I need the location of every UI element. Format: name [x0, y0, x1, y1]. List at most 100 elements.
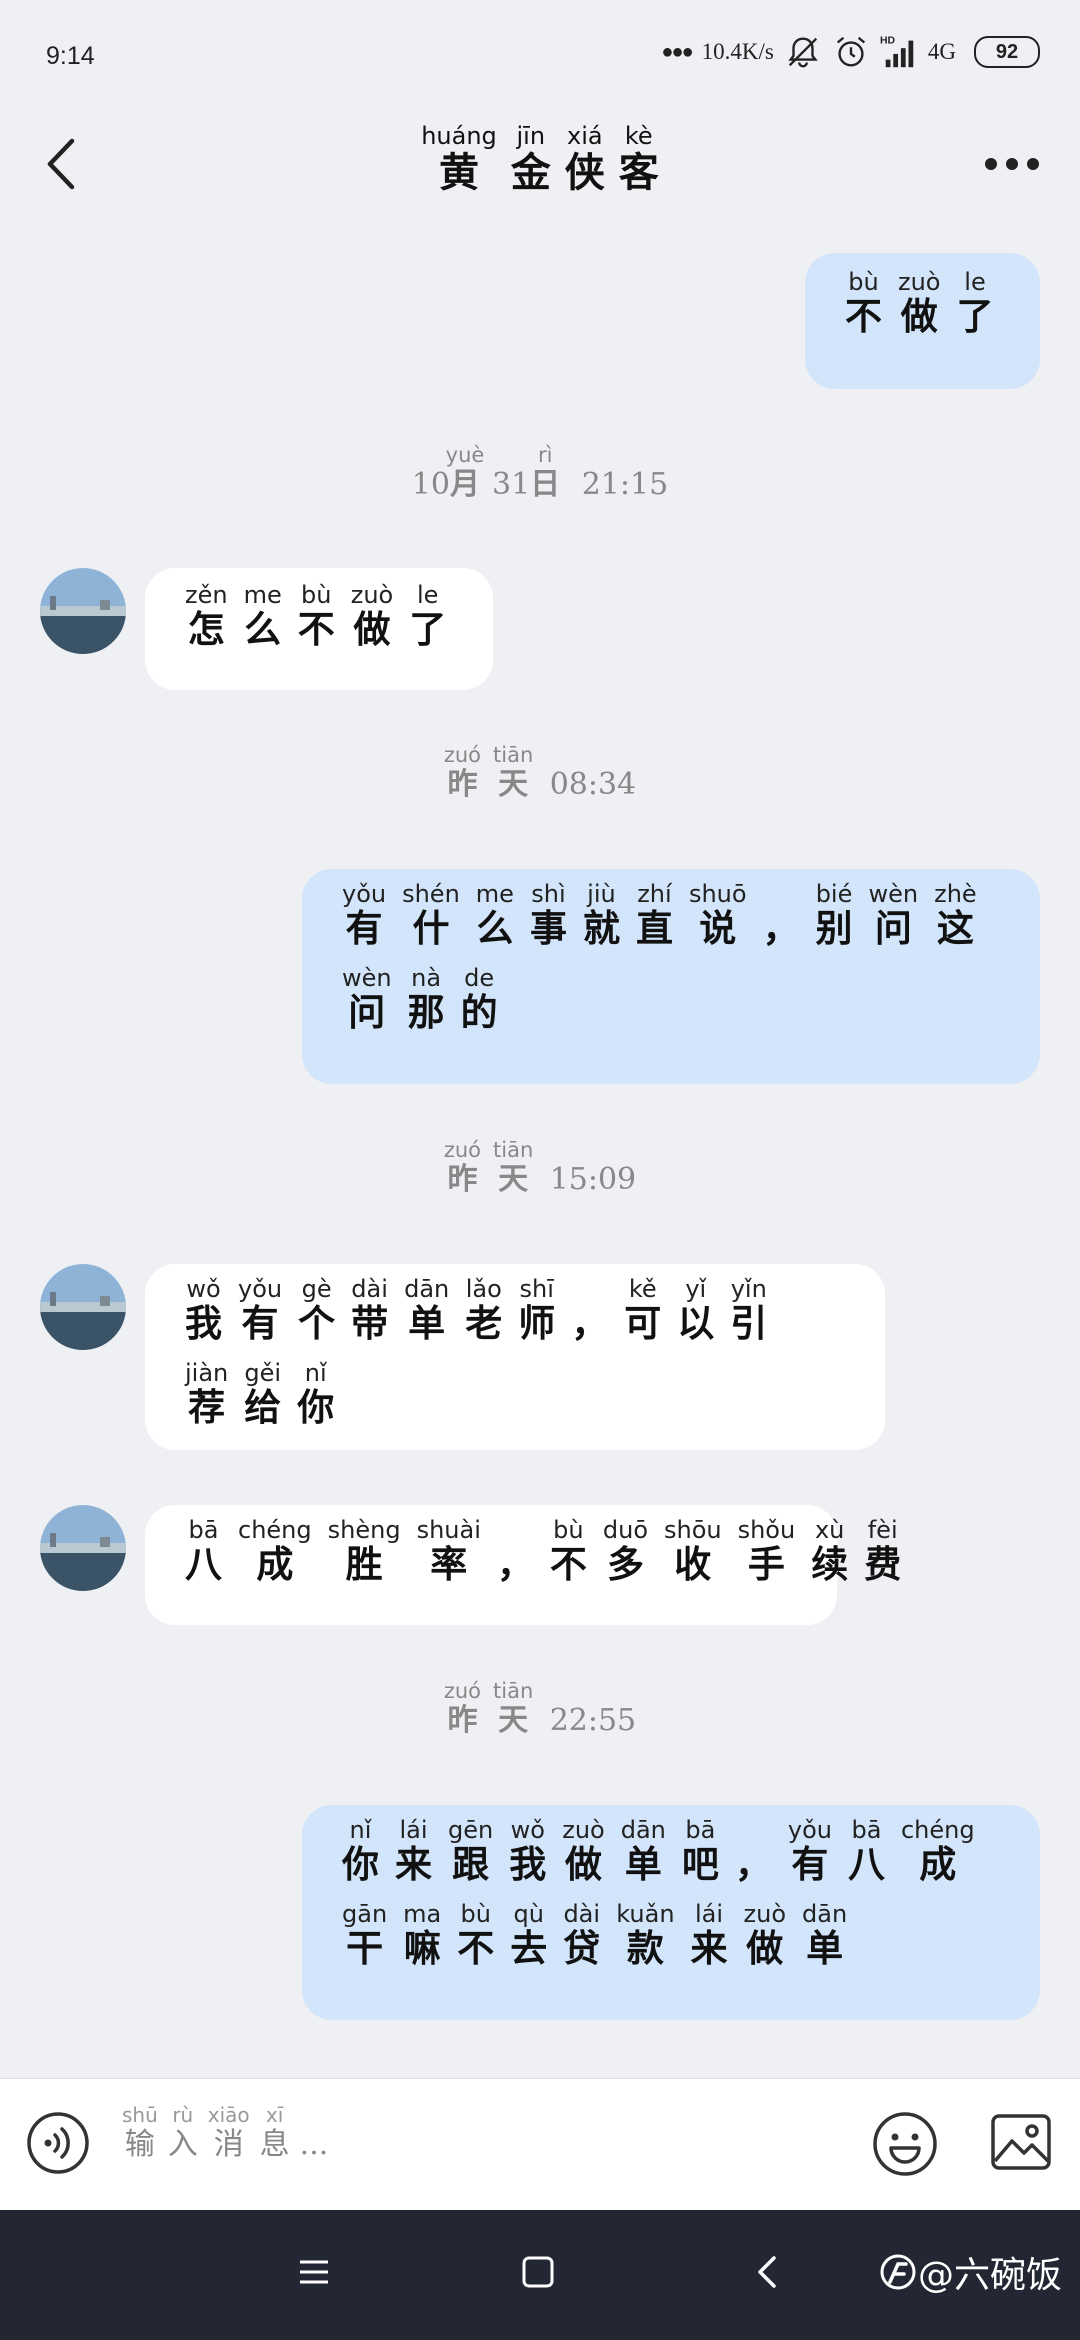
- timestamp-clock: 15:09: [540, 1162, 637, 1197]
- status-time: 9:14: [46, 42, 95, 70]
- message-line: 八bā 成chéng胜shèng率shuài ， 不bù 多duō 收shōu 手shǒu 续…: [185, 1516, 901, 1603]
- message-char: 跟gēn: [448, 1816, 494, 1886]
- timestamp-char: 日rì: [530, 443, 561, 502]
- message-char: 做zuò: [562, 1816, 605, 1886]
- emoji-icon[interactable]: [872, 2111, 938, 2177]
- message-char: 带dài: [351, 1275, 389, 1345]
- message-bubble-sent[interactable]: 不bù 做zuò 了le: [805, 253, 1040, 389]
- message-char: 以yǐ: [677, 1275, 715, 1345]
- message-char: 的de: [460, 964, 498, 1034]
- message-char: 不bù: [549, 1516, 587, 1586]
- placeholder-char: 息xī: [259, 2103, 290, 2162]
- message-char: 这zhè: [934, 880, 977, 950]
- placeholder-char: 消xiāo: [207, 2103, 250, 2162]
- timestamp-char: 昨zuó: [443, 743, 482, 802]
- message-char: 么me: [243, 581, 282, 651]
- placeholder-ellipsis: ...: [299, 2127, 329, 2162]
- message-char: 说shuō: [688, 880, 747, 950]
- message-char: 别bié: [815, 880, 853, 950]
- timestamp-number: 31: [491, 467, 531, 502]
- message-char: 问wèn: [342, 964, 392, 1034]
- timestamp-number: 10: [411, 467, 450, 502]
- placeholder-char: 输shū: [122, 2103, 158, 2162]
- message-char: 做zuò: [743, 1900, 787, 1970]
- message-char: 事shì: [529, 880, 567, 950]
- message-char: 荐jiàn: [185, 1359, 229, 1429]
- home-square-icon[interactable]: [518, 2252, 558, 2292]
- message-char: 做zuò: [898, 268, 941, 338]
- title-char: 客kè: [618, 122, 659, 196]
- message-line: 荐jiàn 给gěi 你nǐ: [185, 1359, 865, 1446]
- message-char: 不bù: [297, 581, 335, 651]
- message-char: 就jiù: [582, 880, 620, 950]
- nav-back-icon[interactable]: [748, 2252, 788, 2292]
- message-char: 八bā: [847, 1816, 885, 1886]
- timestamp-clock: 21:15: [572, 467, 669, 502]
- message-char: 什shén: [402, 880, 460, 950]
- message-char: 了le: [956, 268, 994, 338]
- title-char: 金jīn: [510, 122, 551, 196]
- message-char: 来lái: [690, 1900, 728, 1970]
- message-char: 单dān: [802, 1900, 848, 1970]
- avatar[interactable]: [40, 1505, 126, 1591]
- title-char: 黄huáng: [421, 122, 497, 196]
- message-char: ，: [734, 1842, 772, 1886]
- recents-menu-icon[interactable]: [294, 2252, 334, 2292]
- image-picker-icon[interactable]: [990, 2111, 1052, 2173]
- message-char: 续xù: [811, 1516, 849, 1586]
- message-char: 我wǒ: [509, 1816, 547, 1886]
- message-char: 有yǒu: [238, 1275, 283, 1345]
- message-bubble-sent[interactable]: 你nǐ 来lái 跟gēn 我wǒ 做zuò 单dān 吧bā ， 有yǒu 八bā 成chéng 干…: [302, 1805, 1040, 2020]
- voice-input-icon[interactable]: [26, 2111, 90, 2175]
- message-bubble-received[interactable]: 怎zěn 么me 不bù 做zuò 了le: [145, 568, 493, 690]
- avatar[interactable]: [40, 1264, 126, 1350]
- message-char: 了le: [409, 581, 447, 651]
- message-char: 引yǐn: [730, 1275, 768, 1345]
- timestamp-char: 天tiān: [493, 1138, 534, 1197]
- timestamp-char: 天tiān: [493, 743, 534, 802]
- timestamp-divider: 昨zuó 天tiān 15:09: [0, 1138, 1080, 1198]
- timestamp-char: 昨zuó: [443, 1679, 482, 1738]
- message-char: 给gěi: [244, 1359, 282, 1429]
- message-char: 收shōu: [664, 1516, 722, 1586]
- message-line: 你nǐ 来lái 跟gēn 我wǒ 做zuò 单dān 吧bā ， 有yǒu 八bā 成chéng: [342, 1816, 1020, 1903]
- message-char: 有yǒu: [787, 1816, 832, 1886]
- message-char: 么me: [475, 880, 514, 950]
- message-char: 我wǒ: [185, 1275, 222, 1345]
- message-char: 吧bā: [681, 1816, 719, 1886]
- message-char: 成chéng: [900, 1816, 975, 1886]
- message-bubble-received[interactable]: 我wǒ 有yǒu 个gè 带dài 单dān 老lǎo 师shī ， 可kě 以yǐ 引yǐn 荐ji…: [145, 1264, 885, 1450]
- message-line: 不bù 做zuò 了le: [845, 268, 1020, 355]
- status-icons: ●●● 10.4K/s HD 4G 92: [661, 30, 1040, 74]
- message-line: 干gān 嘛ma 不bù 去qù 贷dài 款kuǎn 来lái 做zuò 单dān: [342, 1900, 1020, 1987]
- message-char: 八bā: [185, 1516, 222, 1586]
- message-char: 不bù: [845, 268, 882, 338]
- avatar[interactable]: [40, 568, 126, 654]
- message-input-bar: 输shū 入rù 消xiāo 息xī...: [0, 2078, 1080, 2211]
- message-line: 有yǒu 什shén 么me 事shì 就jiù 直zhí 说shuō ， 别bié 问wèn 这z…: [342, 880, 1020, 967]
- message-char: 单dān: [620, 1816, 666, 1886]
- message-char: 做zuò: [350, 581, 394, 651]
- message-char: 成chéng: [238, 1516, 312, 1586]
- timestamp-divider: 10月yuè31日rì 21:15: [0, 443, 1080, 503]
- system-nav-bar: @六碗饭: [0, 2210, 1080, 2340]
- placeholder-char: 入rù: [167, 2103, 198, 2162]
- bell-muted-icon: [788, 37, 818, 68]
- status-bar: 9:14 ●●● 10.4K/s HD 4G 92: [0, 0, 1080, 105]
- svg-text:HD: HD: [880, 35, 896, 46]
- more-options-icon[interactable]: [972, 129, 1052, 199]
- message-char: 贷dài: [563, 1900, 601, 1970]
- chat-header: 黄huáng 金jīn 侠xiá 客kè: [0, 105, 1080, 225]
- message-char: 多duō: [602, 1516, 649, 1586]
- message-char: 师shī: [518, 1275, 556, 1345]
- message-char: 有yǒu: [342, 880, 387, 950]
- message-char: 单dān: [404, 1275, 450, 1345]
- message-char: 那nà: [407, 964, 445, 1034]
- message-bubble-sent[interactable]: 有yǒu 什shén 么me 事shì 就jiù 直zhí 说shuō ， 别bié 问wèn 这z…: [302, 869, 1040, 1084]
- message-char: 可kě: [624, 1275, 662, 1345]
- message-input[interactable]: 输shū 入rù 消xiāo 息xī...: [122, 2103, 822, 2185]
- message-char: 你nǐ: [342, 1816, 379, 1886]
- timestamp-divider: 昨zuó 天tiān 22:55: [0, 1679, 1080, 1739]
- message-char: 干gān: [342, 1900, 388, 1970]
- message-bubble-received[interactable]: 八bā 成chéng胜shèng率shuài ， 不bù 多duō 收shōu 手shǒu 续…: [145, 1505, 901, 1625]
